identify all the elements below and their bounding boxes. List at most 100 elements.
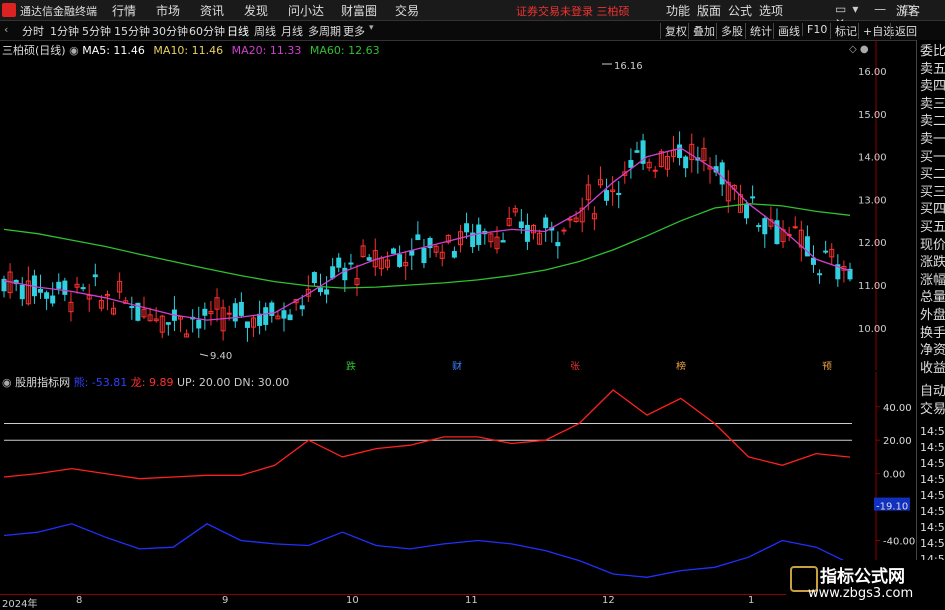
ma-legend: 三柏硕(日线) ◉ MA5: 11.46 MA10: 11.46 MA20: 1… xyxy=(2,42,385,58)
side-item-trade[interactable]: 自动 xyxy=(920,384,945,400)
menu-item-ask[interactable]: 问小达 xyxy=(288,2,324,19)
side-item[interactable]: 买二 xyxy=(920,167,945,183)
login-status: 证券交易未登录 三柏硕 xyxy=(516,5,630,18)
low-price-label: 9.40 xyxy=(210,351,232,362)
menu-item-wealth[interactable]: 财富圈 xyxy=(341,2,377,19)
period-5min[interactable]: 5分钟 xyxy=(82,23,111,39)
indicator-name[interactable]: 股朋指标网 xyxy=(15,376,70,389)
side-item[interactable]: 收益 xyxy=(920,361,945,377)
side-item[interactable]: 买五 xyxy=(920,220,945,236)
candle-body xyxy=(616,192,622,195)
toolbar-overlay[interactable]: 叠加 xyxy=(688,23,715,39)
side-item[interactable]: 外盘 xyxy=(920,308,945,324)
side-item[interactable]: 卖三 xyxy=(920,97,945,113)
indicator-legend: ◉ 股朋指标网 熊: -53.81 龙: 9.89 UP: 20.00 DN: … xyxy=(2,374,289,390)
toolbar-add-watchlist[interactable]: +自选 xyxy=(858,23,894,39)
event-mark-forecast[interactable]: 预 xyxy=(822,361,832,370)
candle-body xyxy=(561,229,567,232)
side-item[interactable]: 净资 xyxy=(920,343,945,359)
period-1min[interactable]: 1分钟 xyxy=(50,23,79,39)
stock-name[interactable]: 三柏硕(日线) xyxy=(2,44,66,57)
menu-item-options[interactable]: 选项 xyxy=(759,2,783,19)
side-item[interactable]: 卖一 xyxy=(920,132,945,148)
candle-body xyxy=(366,257,372,261)
side-item-trade[interactable]: 交易 xyxy=(920,402,945,418)
price-axis-label: 11.00 xyxy=(858,281,887,292)
period-more[interactable]: 更多 xyxy=(343,23,365,39)
candle-body xyxy=(287,314,293,321)
menu-item-discover[interactable]: 发现 xyxy=(244,2,268,19)
period-weekly[interactable]: 周线 xyxy=(254,23,276,39)
toolbar-mark[interactable]: 标记 xyxy=(830,23,857,39)
candle-body xyxy=(244,321,250,328)
menu-item-formula[interactable]: 公式 xyxy=(728,2,752,19)
side-item[interactable]: 换手 xyxy=(920,326,945,342)
quote-side-panel: 委比卖五 卖四卖三 卖二卖一买一 买二买三 买四买五现价 涨跌涨幅 总量外盘换手 净资收益自动… xyxy=(916,40,945,592)
candle-body xyxy=(750,196,756,199)
period-intraday[interactable]: 分时 xyxy=(22,23,44,39)
side-item[interactable]: 卖二 xyxy=(920,114,945,130)
indicator-dragon-value: 龙: 9.89 xyxy=(130,376,174,389)
side-time: 14:56 xyxy=(920,425,945,438)
candle-body xyxy=(817,273,823,276)
ma5-value: MA5: 11.46 xyxy=(82,44,145,57)
period-15min[interactable]: 15分钟 xyxy=(114,23,150,39)
event-mark-finance[interactable]: 财 xyxy=(452,360,462,370)
side-time: 14:56 xyxy=(920,537,945,550)
toolbar-multi-stock[interactable]: 多股 xyxy=(716,23,743,39)
menu-item-quotes[interactable]: 行情 xyxy=(112,2,136,19)
app-logo-icon xyxy=(2,3,16,17)
candle-body xyxy=(342,267,348,281)
period-monthly[interactable]: 月线 xyxy=(281,23,303,39)
candle-body xyxy=(56,281,62,289)
x-label-sep: 9 xyxy=(222,595,229,606)
side-time: 14:56 xyxy=(920,473,945,486)
toolbar-back[interactable]: 返回 xyxy=(890,23,917,39)
side-item[interactable]: 买一 xyxy=(920,150,945,166)
side-item[interactable]: 卖四 xyxy=(920,79,945,95)
indicator-axis-label: 40.00 xyxy=(883,403,912,414)
chart-settings-icon[interactable]: ◇ ● xyxy=(849,44,869,55)
toolbar-f10[interactable]: F10 xyxy=(802,23,827,36)
menu-item-trade[interactable]: 交易 xyxy=(395,2,419,19)
price-chart[interactable]: 16.00 15.00 14.00 13.00 12.00 11.00 10.00 16.1… xyxy=(0,40,945,370)
side-item[interactable]: 卖五 xyxy=(920,62,945,78)
side-item[interactable]: 涨跌 xyxy=(920,255,945,271)
collapse-icon[interactable]: ‹ xyxy=(4,23,8,36)
side-item[interactable]: 买三 xyxy=(920,185,945,201)
indicator-axis-label: 0.00 xyxy=(883,470,905,481)
period-30min[interactable]: 30分钟 xyxy=(152,23,188,39)
candle-body xyxy=(464,223,470,233)
legend-toggle-icon[interactable]: ◉ xyxy=(69,44,79,57)
event-mark-rise[interactable]: 张 xyxy=(570,361,580,370)
side-item[interactable]: 现价 xyxy=(920,238,945,254)
event-mark-drop[interactable]: 跌 xyxy=(346,360,356,370)
side-item[interactable]: 总量 xyxy=(920,290,945,306)
menu-item-function[interactable]: 功能 xyxy=(666,2,690,19)
watermark-url: www.zbgs3.com xyxy=(808,586,914,601)
side-item[interactable]: 涨幅 xyxy=(920,273,945,289)
candle-body xyxy=(257,313,263,326)
period-daily[interactable]: 日线 xyxy=(227,23,249,39)
candle-body xyxy=(317,287,323,293)
event-mark-board[interactable]: 榜 xyxy=(676,360,686,370)
indicator-toggle-icon[interactable]: ◉ xyxy=(2,376,12,389)
candle-body xyxy=(324,289,330,295)
side-item[interactable]: 委比 xyxy=(920,44,945,60)
side-item[interactable]: 买四 xyxy=(920,202,945,218)
more-chevron-icon[interactable]: ▾ xyxy=(369,23,374,33)
menu-item-layout[interactable]: 版面 xyxy=(697,2,721,19)
price-axis-label: 10.00 xyxy=(858,324,887,335)
candle-body xyxy=(19,284,25,300)
guest-label[interactable]: 游客 xyxy=(896,2,920,19)
candle-body xyxy=(543,217,549,229)
menu-item-market[interactable]: 市场 xyxy=(156,2,180,19)
indicator-chart[interactable]: 40.0020.000.00-19.10-40.00-60.00 xyxy=(0,372,945,592)
toolbar-restore-rights[interactable]: 复权 xyxy=(660,23,687,39)
period-60min[interactable]: 60分钟 xyxy=(189,23,225,39)
toolbar-draw[interactable]: 画线 xyxy=(773,23,800,39)
menu-item-news[interactable]: 资讯 xyxy=(200,2,224,19)
candle-body xyxy=(524,224,530,242)
period-multi[interactable]: 多周期 xyxy=(308,23,341,39)
toolbar-stats[interactable]: 统计 xyxy=(745,23,772,39)
